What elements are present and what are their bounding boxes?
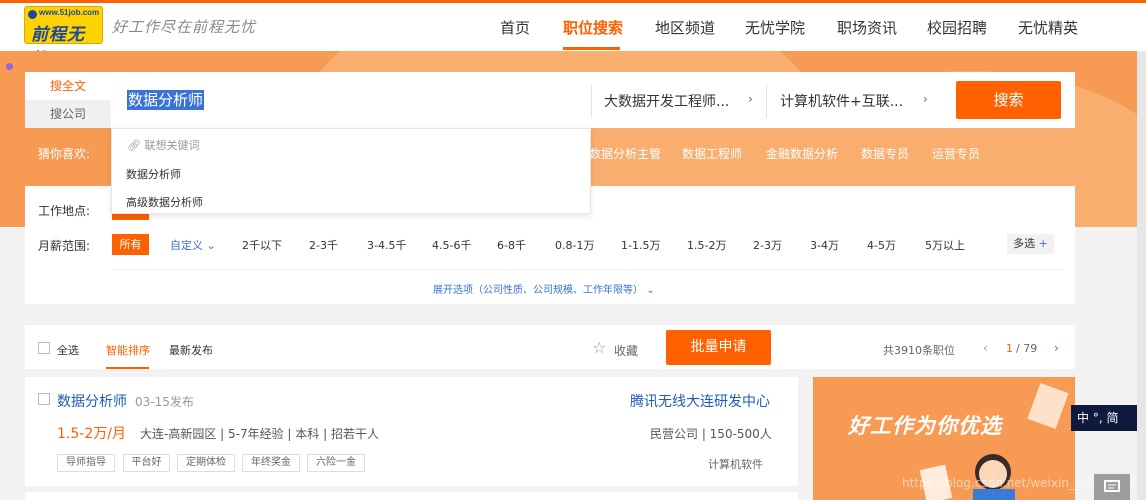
job-company-type: 民营公司 | 150-500人	[650, 427, 772, 441]
job-card	[25, 492, 798, 500]
suggestion-item[interactable]: 高级数据分析师	[126, 194, 203, 210]
job-meta: 大连-高新园区 | 5-7年经验 | 本科 | 招若干人	[140, 427, 379, 441]
scrollbar[interactable]	[1137, 51, 1146, 500]
guess-item[interactable]: 数据工程师	[682, 145, 742, 162]
keyword-selected-text: 数据分析师	[127, 90, 205, 110]
industry-filter[interactable]: 计算机软件+互联...	[780, 91, 903, 111]
link-icon: 🔗︎	[127, 139, 141, 152]
page-total: / 79	[1016, 342, 1038, 355]
nav-home[interactable]: 首页	[500, 17, 530, 38]
page-current: 1	[1006, 342, 1013, 355]
tab-search-fulltext[interactable]: 搜全文	[25, 72, 111, 100]
guess-item[interactable]: 数据分析主管	[589, 145, 661, 162]
feedback-icon[interactable]	[1094, 474, 1130, 500]
logo-url: www.51job.com	[39, 8, 100, 17]
guess-item[interactable]: 金融数据分析	[766, 145, 838, 162]
expand-options-label: 展开选项（公司性质、公司规模、工作年限等）	[433, 285, 643, 296]
salary-option[interactable]: 4-5万	[867, 237, 896, 253]
job-salary: 1.5-2万/月	[57, 426, 126, 442]
job-checkbox[interactable]	[38, 393, 50, 405]
search-divider	[766, 84, 767, 118]
suggestion-item[interactable]: 数据分析师	[126, 166, 181, 182]
salary-option[interactable]: 3-4.5千	[367, 237, 406, 253]
sort-newest[interactable]: 最新发布	[169, 342, 213, 358]
salary-custom-label: 自定义	[170, 239, 203, 252]
multi-select-button[interactable]: 多选 +	[1007, 234, 1054, 254]
expand-options-link[interactable]: 展开选项（公司性质、公司规模、工作年限等） ⌄	[433, 281, 655, 296]
select-all-checkbox[interactable]	[38, 342, 50, 354]
star-icon[interactable]: ☆	[592, 338, 606, 357]
nav-news[interactable]: 职场资讯	[837, 17, 897, 38]
salary-option[interactable]: 2千以下	[242, 237, 282, 253]
filter-divider	[112, 269, 1064, 270]
function-filter[interactable]: 大数据开发工程师...	[604, 91, 729, 111]
plus-icon: +	[1038, 237, 1048, 250]
ime-toolbar[interactable]: 中 °, 简	[1071, 405, 1146, 431]
logo-mark-icon	[28, 10, 37, 19]
location-label: 工作地点:	[38, 204, 91, 218]
salary-option[interactable]: 2-3千	[309, 237, 338, 253]
salary-option[interactable]: 5万以上	[925, 237, 965, 253]
chevron-down-icon: ⌄	[206, 239, 216, 252]
salary-all-option[interactable]: 所有	[112, 234, 149, 255]
prev-page-icon[interactable]: ‹	[983, 341, 988, 355]
guess-item[interactable]: 数据专员	[861, 145, 909, 162]
sort-active-indicator	[106, 367, 149, 369]
search-button[interactable]: 搜索	[956, 81, 1061, 119]
salary-option[interactable]: 6-8千	[497, 237, 526, 253]
salary-option[interactable]: 3-4万	[810, 237, 839, 253]
guess-label: 猜你喜欢:	[38, 147, 91, 161]
slogan: 好工作尽在前程无忧	[112, 18, 257, 36]
job-tag: 平台好	[123, 454, 170, 472]
select-all-label[interactable]: 全选	[57, 342, 79, 358]
job-tag: 定期体检	[177, 454, 235, 472]
nav-academy[interactable]: 无忧学院	[745, 17, 805, 38]
nav-active-indicator	[563, 47, 620, 50]
sort-smart[interactable]: 智能排序	[106, 342, 150, 358]
job-tag: 年终奖金	[242, 454, 300, 472]
guess-item[interactable]: 运营专员	[932, 145, 980, 162]
nav-region[interactable]: 地区频道	[655, 17, 715, 38]
search-divider	[591, 84, 592, 118]
salary-option[interactable]: 1-1.5万	[621, 237, 660, 253]
ad-text: 好工作为你优选	[848, 414, 1002, 438]
salary-option[interactable]: 0.8-1万	[555, 237, 594, 253]
salary-label: 月薪范围:	[38, 239, 91, 253]
salary-option[interactable]: 4.5-6千	[432, 237, 471, 253]
tab-search-company[interactable]: 搜公司	[25, 100, 111, 128]
job-tag: 六险一金	[307, 454, 365, 472]
salary-option[interactable]: 1.5-2万	[687, 237, 726, 253]
chevron-down-icon: ⌄	[646, 285, 655, 296]
nav-campus[interactable]: 校园招聘	[927, 17, 987, 38]
next-page-icon[interactable]: ›	[1054, 341, 1059, 355]
nav-elite[interactable]: 无忧精英	[1018, 17, 1078, 38]
chevron-right-icon: ›	[923, 92, 928, 106]
job-company[interactable]: 腾讯无线大连研发中心	[630, 391, 770, 411]
suggestion-header-label: 联想关键词	[144, 139, 200, 152]
job-tag: 导师指导	[57, 454, 115, 472]
favorite-button[interactable]: 收藏	[614, 342, 638, 359]
job-title[interactable]: 数据分析师	[57, 391, 127, 411]
multi-select-label: 多选	[1013, 237, 1036, 250]
suggestion-header: 🔗︎ 联想关键词	[127, 137, 199, 153]
nav-job-search[interactable]: 职位搜索	[563, 17, 623, 38]
feedback-glyph	[1104, 480, 1120, 492]
salary-option[interactable]: 2-3万	[753, 237, 782, 253]
logo[interactable]: www.51job.com 前程无忧	[24, 6, 103, 70]
salary-custom[interactable]: 自定义 ⌄	[170, 237, 216, 253]
batch-apply-button[interactable]: 批量申请	[666, 330, 771, 365]
chevron-right-icon: ›	[748, 92, 753, 106]
total-count: 共3910条职位	[883, 344, 955, 357]
job-industry: 计算机软件	[708, 458, 763, 471]
job-date: 03-15发布	[135, 395, 194, 409]
